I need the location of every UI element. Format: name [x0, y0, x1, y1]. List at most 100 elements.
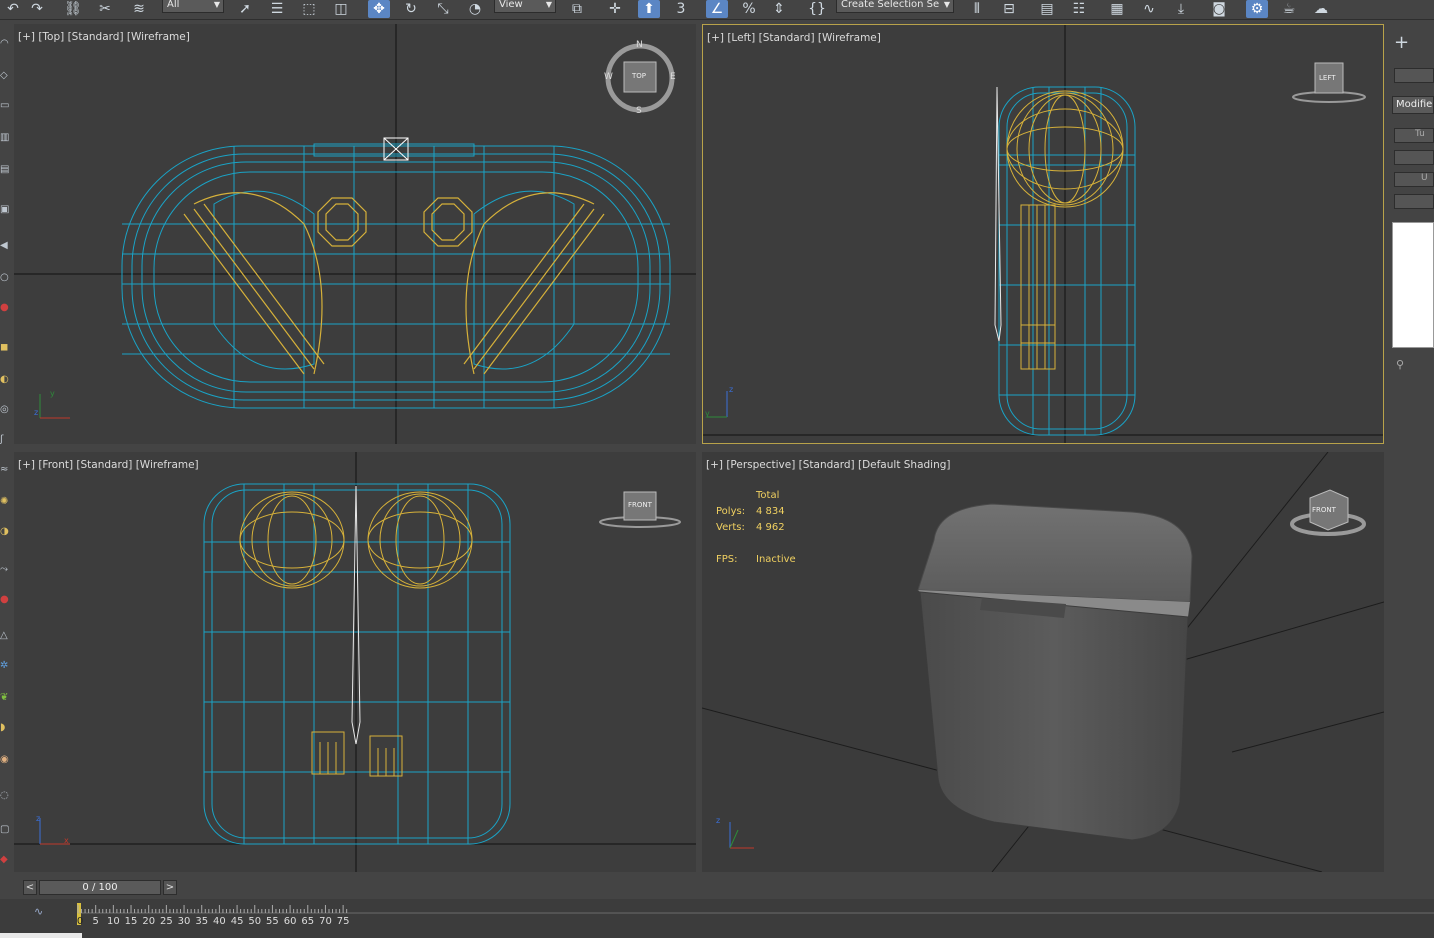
layer-explorer-icon[interactable]: ☷ [1068, 0, 1090, 18]
render-setup-icon[interactable]: ⚙ [1246, 0, 1268, 18]
place-icon[interactable]: ◔ [464, 0, 486, 18]
light-icon[interactable]: ◼ [0, 342, 10, 354]
panel-icon[interactable]: ▥ [0, 132, 10, 144]
stats-total-label: Total [756, 490, 780, 501]
selection-filter-select[interactable]: All ▼ [162, 0, 224, 13]
axis-tripod-top [39, 394, 70, 419]
ref-coord-value: View [499, 0, 523, 10]
box-icon[interactable]: ▭ [0, 100, 10, 112]
shapes-icon[interactable]: ◇ [0, 70, 10, 82]
align-icon[interactable]: ⊟ [998, 0, 1020, 18]
viewport-left[interactable]: [+] [Left] [Standard] [Wireframe] z y LE… [702, 24, 1384, 444]
select-manipulate-icon[interactable]: ✛ [604, 0, 626, 18]
hand-icon[interactable]: ◗ [0, 722, 10, 734]
rect-selection-icon[interactable]: ⬚ [298, 0, 320, 18]
command-panel-field[interactable] [1394, 68, 1434, 83]
ribbon-toggle-icon[interactable]: ▦ [1106, 0, 1128, 18]
select-object-icon[interactable]: ➚ [234, 0, 256, 18]
select-by-name-icon[interactable]: ☰ [266, 0, 288, 18]
edit-named-sets-icon[interactable]: {} [806, 0, 828, 18]
prev-frame-button[interactable]: < [23, 880, 37, 895]
unlink-icon[interactable]: ✂ [94, 0, 116, 18]
command-panel-button-tu[interactable]: Tu [1394, 128, 1434, 143]
command-panel-button[interactable] [1394, 194, 1434, 209]
track-tick-label: 10 [107, 916, 120, 927]
command-panel-button[interactable] [1394, 150, 1434, 165]
spinner-snap-icon[interactable]: ⇕ [768, 0, 790, 18]
left-command-strip: ◠ ◇ ▭ ▥ ▤ ▣ ◀ ○ ● ◼ ◐ ◎ ʃ ≈ ✺ ◑ ⤳ ● △ ✲ … [0, 20, 13, 880]
frame-icon[interactable]: ▣ [0, 204, 10, 216]
leaf-icon[interactable]: ❦ [0, 692, 10, 704]
render-production-icon[interactable]: ☁ [1310, 0, 1332, 18]
path-icon[interactable]: ⤳ [0, 564, 10, 576]
command-panel-button-u[interactable]: U [1394, 172, 1434, 187]
curve-icon[interactable]: ʃ [0, 434, 10, 446]
torus-icon[interactable]: ◎ [0, 404, 10, 416]
sun-icon[interactable]: ✺ [0, 496, 10, 508]
viewcube-front[interactable] [599, 491, 681, 528]
next-frame-button[interactable]: > [163, 880, 177, 895]
window-crossing-icon[interactable]: ◫ [330, 0, 352, 18]
mirror-icon[interactable]: ⫴ [966, 0, 988, 18]
dot-icon[interactable]: ● [0, 594, 10, 606]
list-icon[interactable]: ▤ [0, 164, 10, 176]
named-selection-set-select[interactable]: Create Selection Se ▼ [836, 0, 954, 13]
track-range-indicator [0, 933, 82, 938]
material-editor-icon[interactable]: ◙ [1208, 0, 1230, 18]
arrow-icon[interactable]: ◀ [0, 240, 10, 252]
stats-verts-label: Verts: [716, 522, 745, 533]
viewcube-left[interactable] [1292, 62, 1366, 103]
track-tick-label: 75 [337, 916, 350, 927]
angle-snap-icon[interactable]: ∠ [706, 0, 728, 18]
track-tick-label: 5 [92, 916, 98, 927]
move-icon[interactable]: ✥ [368, 0, 390, 18]
viewport-top[interactable]: [+] [Top] [Standard] [Wireframe] y z TOP… [14, 24, 696, 444]
sphere-icon[interactable]: ◐ [0, 374, 10, 386]
redo-icon[interactable]: ↷ [26, 0, 48, 18]
wave-icon[interactable]: ≈ [0, 464, 10, 476]
axis-tripod-left [707, 391, 728, 418]
viewcube-top-label[interactable]: TOP [632, 72, 646, 80]
rendered-frame-icon[interactable]: ☕ [1278, 0, 1300, 18]
pivot-center-icon[interactable]: ⧉ [566, 0, 588, 18]
link-icon[interactable]: ⛓ [62, 0, 84, 18]
front-wireframe [14, 452, 696, 872]
left-wireframe [703, 25, 1383, 443]
gear-icon[interactable]: ✲ [0, 660, 10, 672]
curve-editor-icon[interactable]: ∿ [1138, 0, 1160, 18]
bulb-icon[interactable]: ◑ [0, 526, 10, 538]
record-icon[interactable]: ● [0, 302, 10, 314]
modifier-stack-list[interactable] [1392, 222, 1434, 348]
compass-e: E [670, 72, 676, 82]
viewport-front[interactable]: [+] [Front] [Standard] [Wireframe] z x F… [14, 452, 696, 872]
main-toolbar: ↶ ↷ ⛓ ✂ ≋ All ▼ ➚ ☰ ⬚ ◫ ✥ ↻ ⤡ ◔ View ▼ ⧉ ✛… [0, 0, 1434, 20]
modifier-list-select[interactable]: Modifier [1392, 96, 1434, 114]
rotate-icon[interactable]: ↻ [400, 0, 422, 18]
pin-stack-icon[interactable]: ⚲ [1396, 358, 1404, 371]
keyboard-shortcut-icon[interactable]: ⬆ [638, 0, 660, 18]
shell-icon[interactable]: ◉ [0, 754, 10, 766]
scene-explorer-icon[interactable]: ▤ [1036, 0, 1058, 18]
create-tab-icon[interactable]: + [1394, 32, 1409, 53]
snaps-toggle-icon[interactable]: 3 [670, 0, 692, 18]
scale-icon[interactable]: ⤡ [432, 0, 454, 18]
undo-icon[interactable]: ↶ [2, 0, 24, 18]
viewcube-perspective-label[interactable]: FRONT [1312, 506, 1336, 514]
schematic-view-icon[interactable]: ⤓ [1170, 0, 1192, 18]
axis-y-label: y [705, 409, 710, 418]
lock-icon[interactable]: ▢ [0, 824, 10, 836]
track-bar[interactable]: ∿ 0 5 10 15 20 25 30 35 40 45 50 55 60 65 70 75 [0, 899, 1434, 938]
percent-snap-icon[interactable]: % [738, 0, 760, 18]
triangle-icon[interactable]: △ [0, 630, 10, 642]
create-icon[interactable]: ◠ [0, 38, 10, 50]
viewcube-left-label[interactable]: LEFT [1319, 74, 1336, 82]
bind-spacewarp-icon[interactable]: ≋ [128, 0, 150, 18]
orbit-icon[interactable]: ◌ [0, 790, 10, 802]
ref-coord-select[interactable]: View ▼ [494, 0, 556, 13]
key-icon[interactable]: ◆ [0, 854, 10, 866]
time-slider-thumb[interactable]: 0 / 100 [39, 880, 161, 895]
track-tick-label: 25 [160, 916, 173, 927]
circle-icon[interactable]: ○ [0, 272, 10, 284]
viewcube-front-label[interactable]: FRONT [628, 501, 652, 509]
viewport-perspective[interactable]: [+] [Perspective] [Standard] [Default Sh… [702, 452, 1384, 872]
